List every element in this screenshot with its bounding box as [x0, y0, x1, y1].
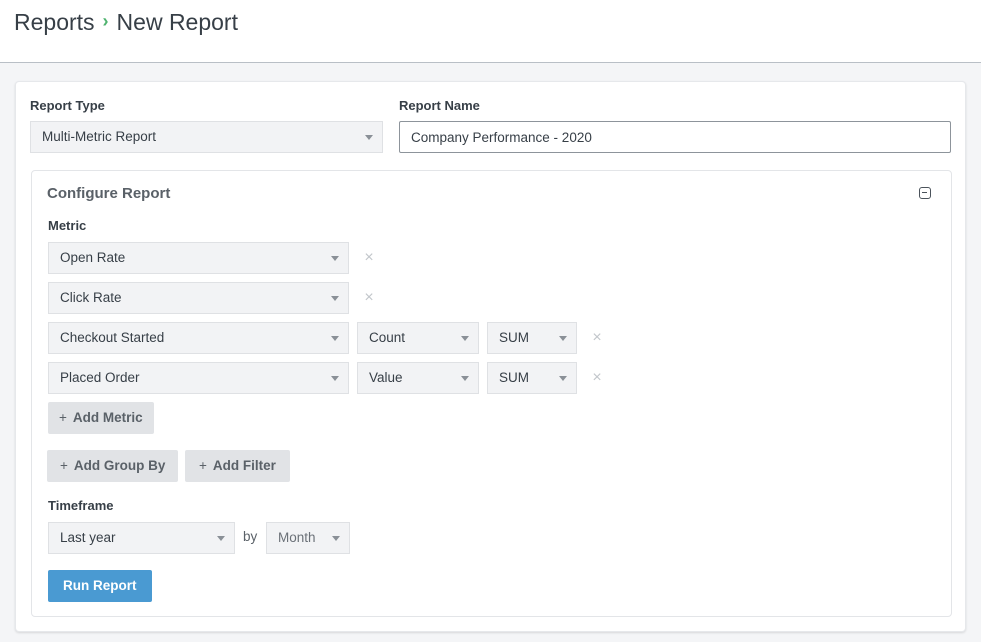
minus-square-icon[interactable] — [919, 187, 931, 199]
caret-down-icon — [331, 256, 339, 261]
timeframe-select[interactable]: Last year — [48, 522, 235, 554]
aggregation-select[interactable]: SUM — [487, 362, 577, 394]
report-form-card: Report Type Multi-Metric Report Report N… — [15, 81, 966, 632]
report-type-label: Report Type — [30, 98, 105, 113]
remove-metric-icon[interactable]: × — [362, 290, 376, 306]
remove-metric-icon[interactable]: × — [362, 250, 376, 266]
measure-select[interactable]: Count — [357, 322, 479, 354]
metric-select[interactable]: Placed Order — [48, 362, 349, 394]
caret-down-icon — [331, 376, 339, 381]
page-title: New Report — [116, 9, 238, 35]
caret-down-icon — [331, 336, 339, 341]
page-header: Reports › New Report — [0, 0, 981, 63]
metric-value: Checkout Started — [60, 330, 165, 345]
timeframe-value: Last year — [60, 530, 116, 545]
plus-icon: + — [199, 458, 207, 473]
caret-down-icon — [217, 536, 225, 541]
caret-down-icon — [461, 376, 469, 381]
caret-down-icon — [559, 376, 567, 381]
plus-icon: + — [59, 410, 67, 425]
breadcrumb-reports-link[interactable]: Reports — [14, 9, 95, 36]
remove-metric-icon[interactable]: × — [590, 330, 604, 346]
metric-label: Metric — [48, 218, 87, 233]
configure-report-title: Configure Report — [47, 185, 171, 202]
remove-metric-icon[interactable]: × — [590, 370, 604, 386]
report-name-label: Report Name — [399, 98, 480, 113]
configure-report-panel: Configure Report Metric Open Rate × Clic… — [31, 170, 952, 617]
measure-value: Value — [369, 370, 403, 385]
plus-icon: + — [60, 458, 68, 473]
report-name-input[interactable] — [399, 121, 951, 153]
breadcrumb: Reports › New Report — [14, 9, 238, 36]
add-metric-label: Add Metric — [72, 410, 143, 425]
metric-value: Placed Order — [60, 370, 140, 385]
interval-value: Month — [278, 530, 316, 545]
metric-select[interactable]: Open Rate — [48, 242, 349, 274]
caret-down-icon — [559, 336, 567, 341]
chevron-right-icon: › — [102, 11, 109, 31]
report-type-select[interactable]: Multi-Metric Report — [30, 121, 383, 153]
add-metric-button[interactable]: + Add Metric — [48, 402, 154, 434]
add-group-by-label: Add Group By — [73, 458, 166, 473]
add-filter-button[interactable]: + Add Filter — [185, 450, 290, 482]
measure-value: Count — [369, 330, 406, 345]
add-filter-label: Add Filter — [212, 458, 276, 473]
aggregation-select[interactable]: SUM — [487, 322, 577, 354]
caret-down-icon — [365, 135, 373, 140]
aggregation-value: SUM — [499, 330, 529, 345]
add-group-by-button[interactable]: + Add Group By — [47, 450, 179, 482]
metric-value: Click Rate — [60, 290, 122, 305]
metric-select[interactable]: Checkout Started — [48, 322, 349, 354]
interval-select[interactable]: Month — [266, 522, 350, 554]
caret-down-icon — [332, 536, 340, 541]
caret-down-icon — [331, 296, 339, 301]
aggregation-value: SUM — [499, 370, 529, 385]
measure-select[interactable]: Value — [357, 362, 479, 394]
timeframe-label: Timeframe — [48, 498, 114, 513]
report-type-value: Multi-Metric Report — [42, 129, 157, 144]
metric-value: Open Rate — [60, 250, 126, 265]
caret-down-icon — [461, 336, 469, 341]
by-label: by — [243, 529, 258, 544]
metric-select[interactable]: Click Rate — [48, 282, 349, 314]
run-report-button[interactable]: Run Report — [48, 570, 152, 602]
